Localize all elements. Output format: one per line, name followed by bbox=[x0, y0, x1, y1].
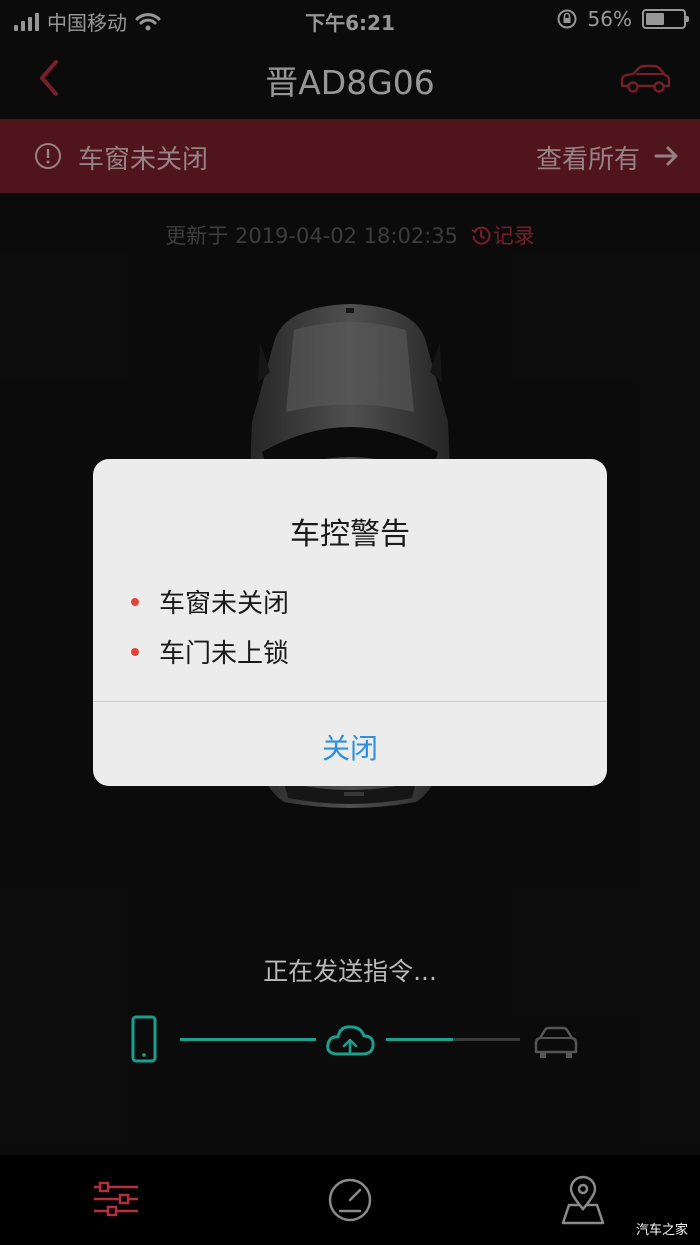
dashboard-gauge-icon[interactable] bbox=[327, 1177, 373, 1223]
phone-icon bbox=[131, 1015, 157, 1063]
watermark-text: 汽车之家 bbox=[631, 1218, 692, 1239]
progress-link-2-fill bbox=[386, 1038, 453, 1041]
dialog-item-text: 车窗未关闭 bbox=[159, 589, 290, 619]
progress-link-1-fill bbox=[180, 1038, 316, 1041]
bullet-dot-icon bbox=[131, 647, 139, 656]
dialog-list-item: 车门未上锁 bbox=[131, 633, 289, 670]
dialog-list-item: 车窗未关闭 bbox=[131, 583, 289, 620]
dialog-title: 车控警告 bbox=[290, 517, 410, 552]
cloud-upload-icon bbox=[326, 1025, 375, 1056]
map-location-icon[interactable] bbox=[559, 1175, 607, 1225]
command-progress bbox=[131, 1015, 578, 1063]
controls-sliders-icon[interactable] bbox=[92, 1179, 140, 1219]
tab-bar bbox=[0, 1155, 700, 1245]
vehicle-warning-dialog: 车控警告 车窗未关闭 车门未上锁 关闭 bbox=[93, 459, 607, 786]
bullet-dot-icon bbox=[131, 597, 139, 606]
car-icon bbox=[534, 1026, 578, 1058]
command-status-text: 正在发送指令... bbox=[263, 957, 437, 986]
close-button[interactable]: 关闭 bbox=[93, 727, 607, 767]
dialog-item-text: 车门未上锁 bbox=[159, 639, 290, 669]
dialog-divider bbox=[93, 701, 607, 702]
